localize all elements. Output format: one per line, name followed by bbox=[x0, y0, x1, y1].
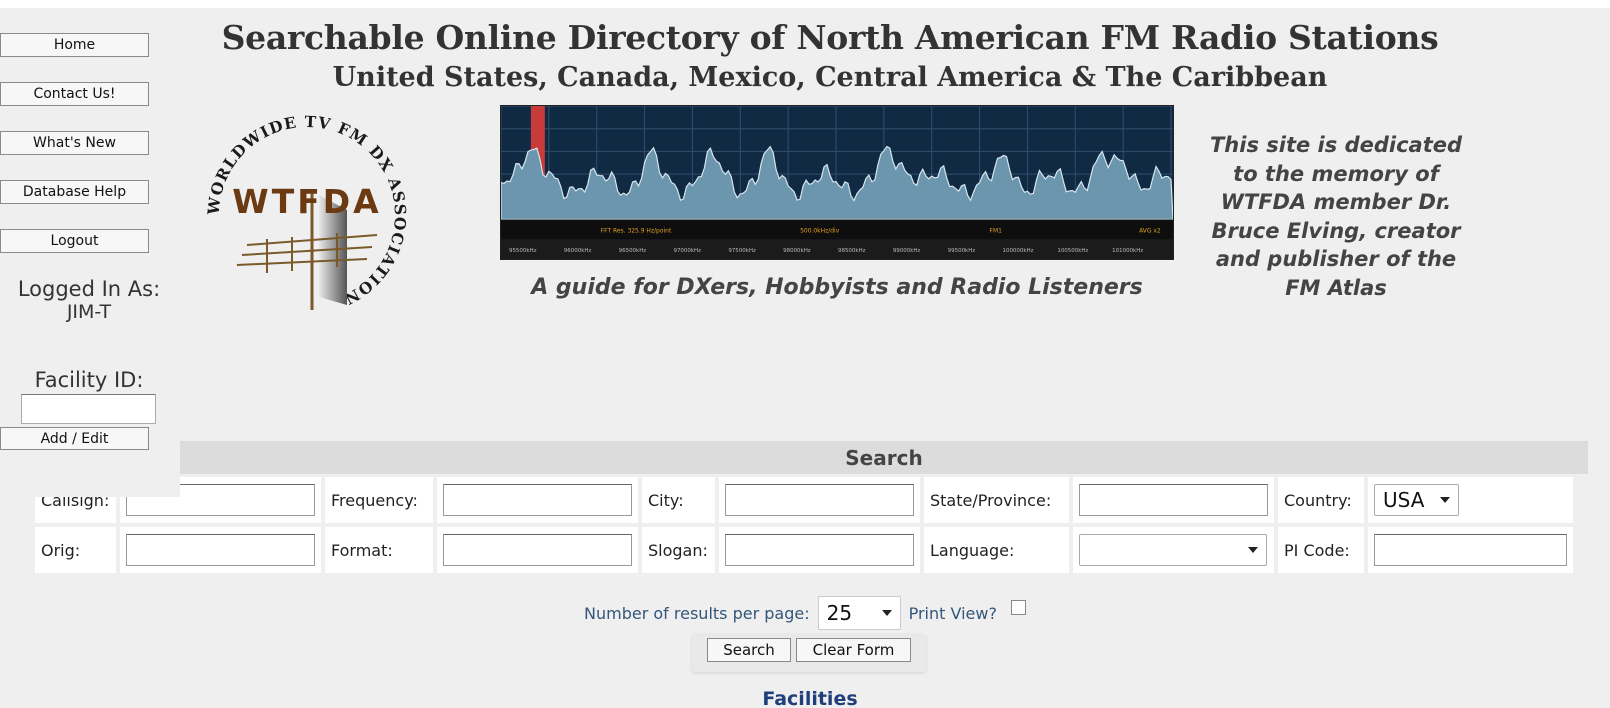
dedication-text: This site is dedicated to the memory of … bbox=[1209, 133, 1463, 300]
whats-new-button[interactable]: What's New bbox=[0, 131, 149, 155]
wtfda-logo: WORLDWIDE TV FM DX ASSOCIATION WTFDA bbox=[207, 115, 407, 311]
format-label: Format: bbox=[331, 540, 393, 560]
logout-button[interactable]: Logout bbox=[0, 229, 149, 253]
country-select[interactable]: USA bbox=[1374, 484, 1459, 516]
search-section-header: Search bbox=[180, 441, 1588, 474]
state-province-input[interactable] bbox=[1079, 484, 1268, 516]
city-input[interactable] bbox=[725, 484, 914, 516]
pi-code-label-cell: PI Code: bbox=[1278, 527, 1364, 573]
print-view-label: Print View? bbox=[908, 603, 997, 623]
country-select-cell: USA bbox=[1368, 477, 1573, 523]
spectrum-frequency-tick: 95500kHz bbox=[509, 248, 537, 254]
results-options: Number of results per page: 25 Print Vie… bbox=[0, 596, 1610, 630]
country-label-cell: Country: bbox=[1278, 477, 1364, 523]
country-select-value: USA bbox=[1383, 488, 1425, 512]
contact-us-button[interactable]: Contact Us! bbox=[0, 82, 149, 106]
database-help-button[interactable]: Database Help bbox=[0, 180, 149, 204]
spectrum-frequency-tick: 97500kHz bbox=[728, 248, 756, 254]
slogan-input-cell bbox=[719, 527, 920, 573]
state-province-label: State/Province: bbox=[930, 490, 1052, 510]
format-label-cell: Format: bbox=[325, 527, 433, 573]
spectrum-frequency-tick: 100500kHz bbox=[1057, 248, 1088, 254]
results-per-page-label: Number of results per page: bbox=[584, 603, 810, 623]
frequency-input-cell bbox=[437, 477, 638, 523]
facilities-heading: Facilities bbox=[762, 688, 858, 708]
form-button-panel: Search Clear Form bbox=[692, 634, 926, 672]
orig-label: Orig: bbox=[41, 540, 81, 560]
city-input-cell bbox=[719, 477, 920, 523]
page-title: Searchable Online Directory of North Ame… bbox=[221, 18, 1439, 57]
spectrum-frequency-tick: 98500kHz bbox=[838, 248, 866, 254]
logo-letters: WTFDA bbox=[232, 182, 381, 221]
print-view-checkbox[interactable] bbox=[1010, 599, 1026, 615]
city-label: City: bbox=[648, 490, 684, 510]
results-per-page-select[interactable]: 25 bbox=[817, 596, 901, 630]
facility-id-input[interactable] bbox=[21, 394, 156, 424]
language-select-cell bbox=[1073, 527, 1274, 573]
slogan-input[interactable] bbox=[725, 534, 914, 566]
search-button[interactable]: Search bbox=[707, 638, 791, 662]
orig-input[interactable] bbox=[126, 534, 315, 566]
slogan-label: Slogan: bbox=[648, 540, 708, 560]
spectrum-frequency-tick: 99000kHz bbox=[893, 248, 921, 254]
chevron-down-icon bbox=[1440, 497, 1450, 503]
format-input[interactable] bbox=[443, 534, 632, 566]
top-strip bbox=[0, 0, 1610, 8]
slogan-label-cell: Slogan: bbox=[642, 527, 715, 573]
spectrum-frequency-tick: 99500kHz bbox=[948, 248, 976, 254]
language-label: Language: bbox=[930, 540, 1015, 560]
results-per-page-value: 25 bbox=[826, 601, 853, 625]
spectrum-frequency-tick: 97000kHz bbox=[673, 248, 701, 254]
frequency-label: Frequency: bbox=[331, 490, 418, 510]
fm-spectrum-image: FFT Res. 325.9 Hz/point 500.0kHz/div FM1… bbox=[500, 105, 1174, 260]
site-tagline: A guide for DXers, Hobbyists and Radio L… bbox=[531, 275, 1143, 300]
language-select[interactable] bbox=[1079, 534, 1267, 566]
home-button[interactable]: Home bbox=[0, 33, 149, 57]
state-input-cell bbox=[1073, 477, 1274, 523]
spectrum-status-right: FM1 bbox=[990, 227, 1003, 234]
format-input-cell bbox=[437, 527, 638, 573]
spectrum-status-left: FFT Res. 325.9 Hz/point bbox=[601, 227, 672, 234]
city-label-cell: City: bbox=[642, 477, 715, 523]
country-label: Country: bbox=[1284, 490, 1352, 510]
chevron-down-icon bbox=[1248, 547, 1258, 553]
spectrum-frequency-tick: 100000kHz bbox=[1003, 248, 1034, 254]
chevron-down-icon bbox=[881, 610, 892, 616]
spectrum-status-far: AVG x2 bbox=[1139, 227, 1161, 234]
orig-input-cell bbox=[120, 527, 321, 573]
language-label-cell: Language: bbox=[924, 527, 1069, 573]
spectrum-frequency-tick: 98000kHz bbox=[783, 248, 811, 254]
logged-in-username: JIM-T bbox=[66, 301, 112, 323]
logged-in-label: Logged In As: bbox=[17, 277, 161, 301]
spectrum-frequency-tick: 101000kHz bbox=[1112, 248, 1143, 254]
spectrum-frequency-tick: 96000kHz bbox=[564, 248, 592, 254]
search-row-1: Callsign: Frequency: City: State/Provinc… bbox=[35, 477, 1588, 523]
search-row-2: Orig: Format: Slogan: Language: PI Code: bbox=[35, 527, 1588, 573]
add-edit-button[interactable]: Add / Edit bbox=[0, 427, 149, 450]
pi-code-input[interactable] bbox=[1374, 534, 1567, 566]
pi-code-label: PI Code: bbox=[1284, 540, 1350, 560]
spectrum-status-mid: 500.0kHz/div bbox=[800, 227, 840, 234]
facility-id-label: Facility ID: bbox=[34, 368, 144, 392]
frequency-input[interactable] bbox=[443, 484, 632, 516]
pi-code-input-cell bbox=[1368, 527, 1573, 573]
frequency-label-cell: Frequency: bbox=[325, 477, 433, 523]
orig-label-cell: Orig: bbox=[35, 527, 116, 573]
page-subtitle: United States, Canada, Mexico, Central A… bbox=[332, 62, 1328, 93]
state-label-cell: State/Province: bbox=[924, 477, 1069, 523]
spectrum-frequency-tick: 96500kHz bbox=[619, 248, 647, 254]
clear-form-button[interactable]: Clear Form bbox=[796, 638, 911, 662]
